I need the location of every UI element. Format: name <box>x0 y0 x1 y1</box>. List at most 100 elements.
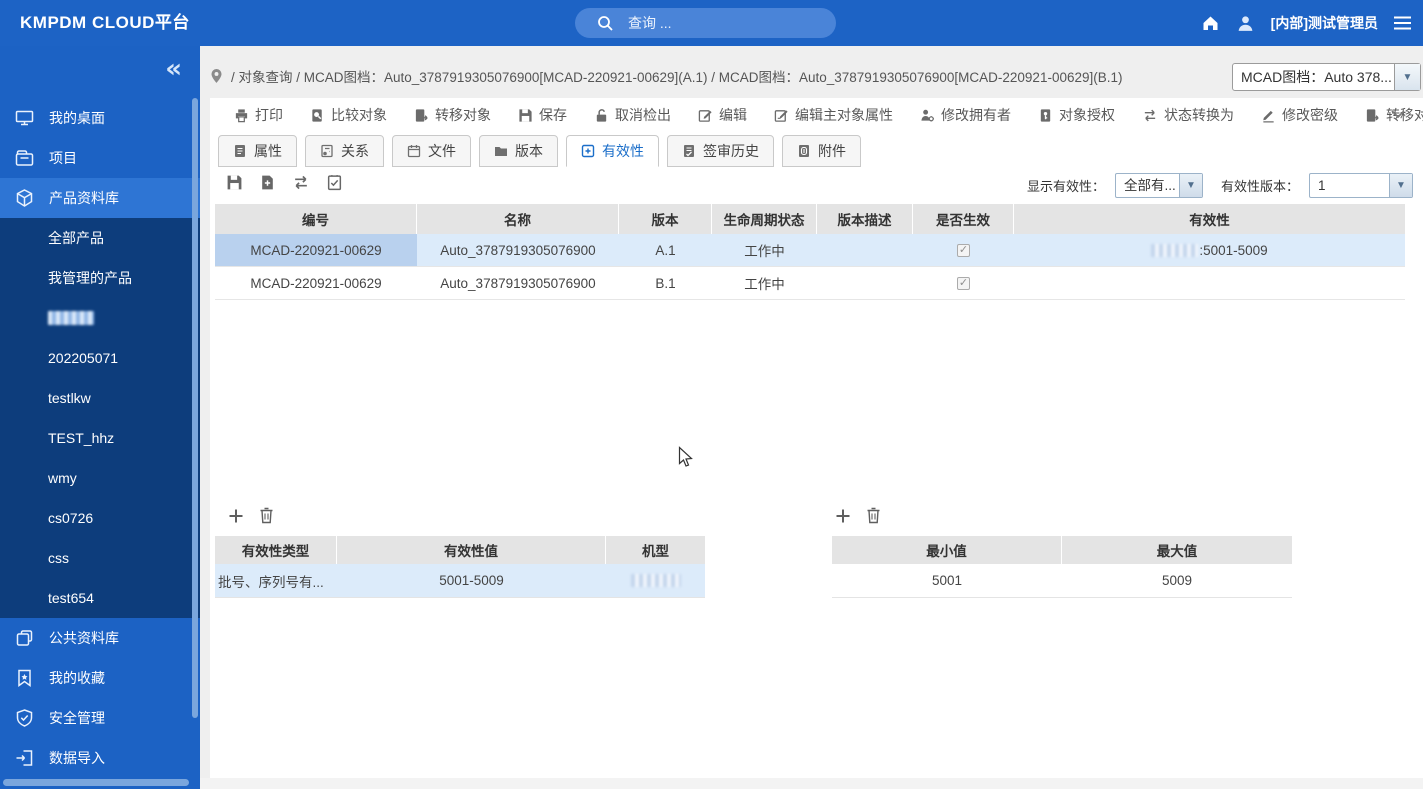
submenu-item-testlkw[interactable]: testlkw <box>0 378 200 418</box>
submenu-item-all-products[interactable]: 全部产品 <box>0 218 200 258</box>
checkbox-checked-disabled: ✓ <box>957 243 970 257</box>
version-table: 编号 名称 版本 生命周期状态 版本描述 是否生效 有效性 MCAD-22092… <box>215 204 1405 300</box>
column-header[interactable]: 生命周期状态 <box>712 204 817 234</box>
column-header[interactable]: 版本描述 <box>817 204 913 234</box>
table-header-row: 编号 名称 版本 生命周期状态 版本描述 是否生效 有效性 <box>215 204 1405 234</box>
submenu-item-redacted[interactable] <box>0 298 200 338</box>
table-row[interactable]: MCAD-220921-00629 Auto_3787919305076900 … <box>215 234 1405 267</box>
object-selector-dropdown[interactable]: MCAD图档：Auto 378... ▼ <box>1232 63 1421 91</box>
column-header[interactable]: 有效性 <box>1014 204 1405 234</box>
state-transition-button[interactable]: 状态转换为 <box>1142 105 1234 125</box>
save-button[interactable]: 保存 <box>518 105 567 125</box>
delete-row-button[interactable] <box>259 507 274 524</box>
effectivity-view-options: 显示有效性： 全部有... ▼ 有效性版本： 1 ▼ <box>1027 173 1413 198</box>
display-effectivity-dropdown[interactable]: 全部有... ▼ <box>1114 173 1203 198</box>
swap-arrows-icon[interactable] <box>292 174 310 191</box>
current-user-label: [内部]测试管理员 <box>1270 15 1378 31</box>
edit-button[interactable]: 编辑 <box>698 105 747 125</box>
add-row-button[interactable] <box>835 508 851 524</box>
delete-row-button[interactable] <box>866 507 881 524</box>
sidebar-item-product-library[interactable]: 产品资料库 <box>0 178 200 218</box>
table-row[interactable]: 批号、序列号有... 5001-5009 <box>215 564 705 598</box>
object-toolbar: 打印 比较对象 转移对象 保存 取消检出 编辑 编辑主对象属性 修改拥有者 对象… <box>210 98 1423 132</box>
column-header[interactable]: 名称 <box>417 204 619 234</box>
transfer-object-button[interactable]: 转移对象 <box>414 105 491 125</box>
breadcrumb: / 对象查询 / MCAD图档：Auto_3787919305076900[MC… <box>210 62 1123 90</box>
column-header[interactable]: 最大值 <box>1062 536 1292 564</box>
change-owner-button[interactable]: 修改拥有者 <box>920 105 1011 125</box>
submenu-item-202205071[interactable]: 202205071 <box>0 338 200 378</box>
tab-review-history[interactable]: 签审历史 <box>667 135 774 167</box>
cube-icon <box>14 188 35 208</box>
column-header[interactable]: 机型 <box>606 536 705 564</box>
range-detail-table: 最小值 最大值 5001 5009 <box>832 536 1292 598</box>
submenu-item-my-managed-products[interactable]: 我管理的产品 <box>0 258 200 298</box>
tab-relations[interactable]: 关系 <box>305 135 384 167</box>
tab-attributes[interactable]: 属性 <box>218 135 297 167</box>
add-file-icon[interactable] <box>259 174 276 191</box>
cell-effective: ✓ <box>913 267 1014 299</box>
sidebar-vertical-scrollbar[interactable] <box>192 98 198 718</box>
search-icon <box>597 15 614 32</box>
submenu-item-test654[interactable]: test654 <box>0 578 200 618</box>
validate-list-icon[interactable] <box>326 174 343 191</box>
change-secrecy-button[interactable]: 修改密级 <box>1261 105 1338 125</box>
sidebar-item-label: 产品资料库 <box>49 190 119 206</box>
object-authorize-button[interactable]: 对象授权 <box>1038 105 1115 125</box>
tab-attachments[interactable]: 附件 <box>782 135 861 167</box>
column-header[interactable]: 有效性类型 <box>215 536 337 564</box>
cell-effectivity-value: 5001-5009 <box>439 573 504 588</box>
cell-validity: :5001-5009 <box>1014 234 1405 266</box>
save-effectivity-icon[interactable] <box>226 174 243 191</box>
sidebar-item-public-library[interactable]: 公共资料库 <box>0 618 200 658</box>
sidebar-item-label: 数据导入 <box>49 750 105 766</box>
column-header[interactable]: 有效性值 <box>337 536 606 564</box>
tab-files[interactable]: 文件 <box>392 135 471 167</box>
cell-code: MCAD-220921-00629 <box>250 275 382 291</box>
cell-version: A.1 <box>655 242 676 258</box>
sidebar-item-projects[interactable]: 项目 <box>0 138 200 178</box>
column-header[interactable]: 编号 <box>215 204 417 234</box>
search-placeholder: 查询 ... <box>628 15 672 31</box>
toolbar-overflow-chevron-icon[interactable] <box>1389 108 1407 120</box>
submenu-item-css[interactable]: css <box>0 538 200 578</box>
bookmark-star-icon <box>14 668 35 688</box>
sidebar-item-label: 我的收藏 <box>49 670 105 686</box>
submenu-item-test-hhz[interactable]: TEST_hhz <box>0 418 200 458</box>
sidebar-collapse-button[interactable]: « <box>165 56 182 82</box>
effectivity-panel-actions <box>228 507 274 524</box>
tab-versions[interactable]: 版本 <box>479 135 558 167</box>
sidebar-item-favorites[interactable]: 我的收藏 <box>0 658 200 698</box>
sidebar-item-label: 公共资料库 <box>49 630 119 646</box>
column-header[interactable]: 版本 <box>619 204 712 234</box>
edit-master-attributes-button[interactable]: 编辑主对象属性 <box>774 105 893 125</box>
submenu-item-cs0726[interactable]: cs0726 <box>0 498 200 538</box>
display-effectivity-label: 显示有效性： <box>1026 179 1105 194</box>
compare-object-button[interactable]: 比较对象 <box>310 105 387 125</box>
cancel-checkout-button[interactable]: 取消检出 <box>594 105 671 125</box>
menu-icon[interactable] <box>1394 16 1411 30</box>
user-icon[interactable] <box>1236 14 1255 33</box>
effectivity-version-label: 有效性版本： <box>1220 179 1299 194</box>
breadcrumb-path[interactable]: / 对象查询 / MCAD图档：Auto_3787919305076900[MC… <box>231 66 1123 86</box>
cell-validity <box>1014 267 1405 299</box>
sidebar-horizontal-scrollbar[interactable] <box>3 779 189 786</box>
add-row-button[interactable] <box>228 508 244 524</box>
home-icon[interactable] <box>1201 14 1220 32</box>
column-header[interactable]: 是否生效 <box>913 204 1014 234</box>
footer-strip <box>200 778 1423 789</box>
sidebar-item-my-desktop[interactable]: 我的桌面 <box>0 98 200 138</box>
table-row[interactable]: 5001 5009 <box>832 564 1292 598</box>
tab-effectivity[interactable]: 有效性 <box>566 135 659 167</box>
sidebar-item-data-import[interactable]: 数据导入 <box>0 738 200 778</box>
sidebar-item-label: 项目 <box>49 150 77 166</box>
table-row[interactable]: MCAD-220921-00629 Auto_3787919305076900 … <box>215 267 1405 300</box>
chevron-down-icon: ▼ <box>1178 174 1202 197</box>
app-logo: KMPDM CLOUD平台 <box>20 13 190 32</box>
global-search-input[interactable]: 查询 ... <box>575 8 836 38</box>
submenu-item-wmy[interactable]: wmy <box>0 458 200 498</box>
print-button[interactable]: 打印 <box>234 105 283 125</box>
sidebar-item-security[interactable]: 安全管理 <box>0 698 200 738</box>
column-header[interactable]: 最小值 <box>832 536 1062 564</box>
effectivity-version-dropdown[interactable]: 1 ▼ <box>1309 173 1413 198</box>
